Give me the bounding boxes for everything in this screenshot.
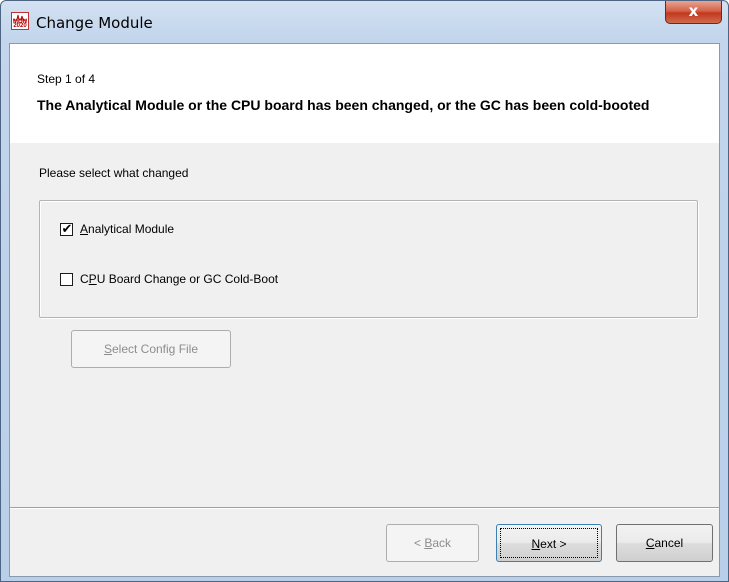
- next-button[interactable]: Next >: [496, 524, 602, 562]
- options-groupbox: ✔ Analytical Module CPU Board Change or …: [39, 200, 698, 318]
- selection-prompt: Please select what changed: [39, 166, 189, 180]
- wizard-header: Step 1 of 4 The Analytical Module or the…: [10, 44, 719, 143]
- footer-divider: [10, 507, 719, 509]
- analytical-module-checkbox[interactable]: ✔: [60, 220, 73, 236]
- analytical-module-label[interactable]: Analytical Module: [80, 222, 174, 236]
- app-icon: MON 2020: [11, 12, 29, 30]
- analytical-module-option[interactable]: ✔ Analytical Module: [60, 221, 174, 237]
- step-indicator: Step 1 of 4: [37, 72, 96, 86]
- cpu-board-checkbox[interactable]: [60, 272, 73, 286]
- title-bar[interactable]: MON 2020 Change Module x: [1, 1, 728, 43]
- select-config-file-button[interactable]: Select Config File: [71, 330, 231, 368]
- next-button-focus-rect: Next >: [500, 528, 598, 558]
- dialog-client-area: Step 1 of 4 The Analytical Module or the…: [9, 43, 720, 577]
- dialog-window: MON 2020 Change Module x Step 1 of 4 The…: [0, 0, 729, 582]
- window-title: Change Module: [36, 14, 153, 32]
- close-button[interactable]: x: [665, 1, 722, 24]
- cancel-button[interactable]: Cancel: [616, 524, 713, 562]
- wizard-heading: The Analytical Module or the CPU board h…: [37, 97, 650, 113]
- back-button[interactable]: < Back: [386, 524, 479, 562]
- checkmark-icon: ✔: [61, 220, 73, 236]
- app-icon-text: MON 2020: [13, 19, 27, 29]
- close-icon: x: [688, 2, 699, 20]
- cpu-board-option[interactable]: CPU Board Change or GC Cold-Boot: [60, 271, 278, 287]
- cpu-board-label[interactable]: CPU Board Change or GC Cold-Boot: [80, 272, 278, 286]
